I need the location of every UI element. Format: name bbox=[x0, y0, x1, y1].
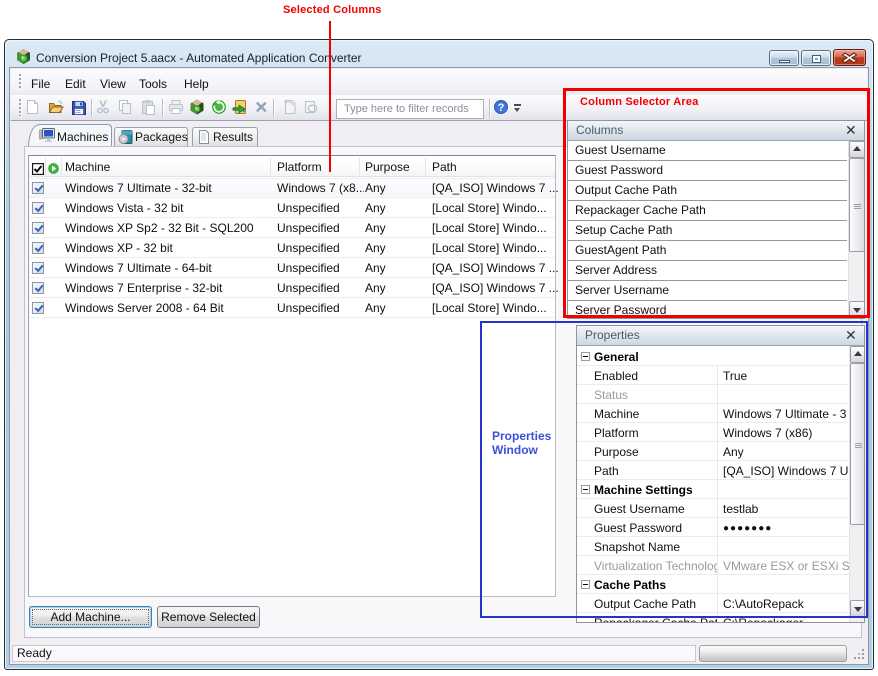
svg-text:?: ? bbox=[498, 102, 505, 114]
